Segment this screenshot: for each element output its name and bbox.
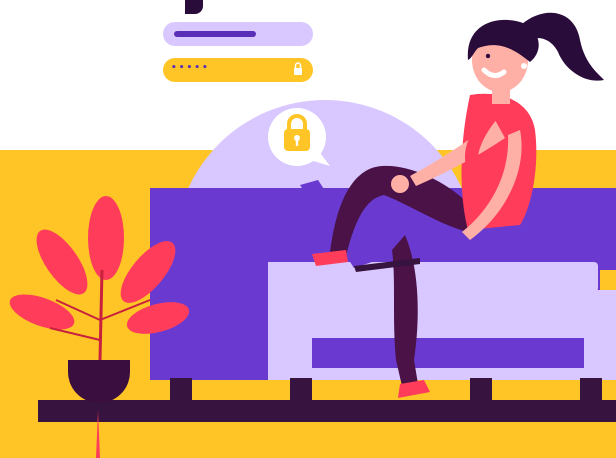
scene-svg [0,0,616,458]
woman-earring [521,63,527,69]
cropped-heading-glyph [185,0,203,14]
sofa-seat-cushion [268,262,598,292]
sofa-left-arm [150,188,270,380]
sofa-arm-edge [268,262,282,380]
sofa-base-stripe [312,338,584,368]
floor-line [38,400,616,422]
illustration-scene: ••••• [0,0,616,458]
woman-hand [391,175,409,193]
username-field-value-bar [174,31,256,37]
password-mask: ••••• [171,63,210,73]
woman-eye [485,53,491,59]
